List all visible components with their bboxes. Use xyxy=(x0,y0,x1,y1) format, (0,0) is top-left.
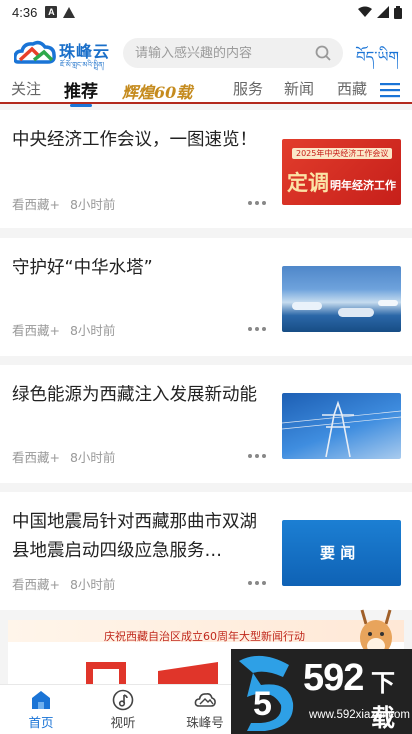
news-source: 看西藏+ xyxy=(12,450,60,465)
status-indicators xyxy=(358,5,402,19)
nav-zhufeng-account-label: 珠峰号 xyxy=(186,715,224,730)
tibetan-label: བོད་ཡིག xyxy=(356,48,399,66)
tab-tibet[interactable]: 西藏 xyxy=(337,78,367,99)
search-input[interactable] xyxy=(135,45,305,61)
news-thumbnail: 要 闻 xyxy=(282,520,401,586)
cloud-logo-icon xyxy=(14,40,56,64)
app-logo[interactable]: 珠峰云 ཇོ་མོ་གླང་མའི་སྤྲིན། xyxy=(14,36,114,70)
watermark: 5 592 下载 www.592xiazai.com xyxy=(231,649,412,734)
more-options-icon[interactable] xyxy=(248,201,266,207)
news-meta: 看西藏+ 8小时前 xyxy=(12,447,115,466)
news-time: 8小时前 xyxy=(69,323,116,338)
thumb-caption-main: 要 闻 xyxy=(320,544,356,562)
tab-news[interactable]: 新闻 xyxy=(284,78,314,99)
watermark-suffix: 下载 xyxy=(371,669,395,732)
cloud-icon xyxy=(194,693,216,707)
tab-60-years[interactable]: 辉煌60载 xyxy=(122,78,212,102)
more-options-icon[interactable] xyxy=(248,454,266,460)
more-options-icon[interactable] xyxy=(248,581,266,587)
news-time: 8小时前 xyxy=(69,577,116,592)
signal-icon xyxy=(377,6,389,18)
news-title: 中央经济工作会议，一图速览！ xyxy=(12,130,257,150)
news-meta: 看西藏+ 8小时前 xyxy=(12,574,115,593)
news-source: 看西藏+ xyxy=(12,323,60,338)
nav-zhufeng-account[interactable]: 珠峰号 xyxy=(175,685,235,734)
battery-icon xyxy=(394,5,402,19)
thumb-caption-main: 定调 xyxy=(287,170,329,195)
status-bar: 4:36 A xyxy=(0,0,412,24)
more-options-icon[interactable] xyxy=(248,327,266,333)
news-source: 看西藏+ xyxy=(12,197,60,212)
news-thumbnail: 2025年中央经济工作会议 定调 明年经济工作 xyxy=(282,139,401,205)
news-meta: 看西藏+ 8小时前 xyxy=(12,194,115,213)
news-card[interactable]: 中央经济工作会议，一图速览！ 看西藏+ 8小时前 2025年中央经济工作会议 定调… xyxy=(0,110,412,228)
news-thumbnail xyxy=(282,266,401,332)
nav-audiovisual-label: 视听 xyxy=(110,715,136,730)
nav-home-label: 首页 xyxy=(28,715,54,730)
logo-subtitle: ཇོ་མོ་གླང་མའི་སྤྲིན། xyxy=(60,61,105,69)
news-card[interactable]: 守护好“中华水塔” 看西藏+ 8小时前 xyxy=(0,238,412,356)
thumb-caption-sub: 明年经济工作 xyxy=(330,179,396,192)
news-title: 中国地震局针对西藏那曲市双湖县地震启动四级应急服务… xyxy=(12,512,257,561)
news-card[interactable]: 绿色能源为西藏注入发展新动能 看西藏+ 8小时前 xyxy=(0,365,412,483)
power-tower-icon xyxy=(282,400,401,458)
banner-text: 庆祝西藏自治区成立60周年大型新闻行动 xyxy=(104,630,305,643)
tab-60-years-label: 辉煌60载 xyxy=(122,83,193,102)
nav-audiovisual[interactable]: 视听 xyxy=(93,685,153,734)
status-time: 4:36 xyxy=(12,4,38,20)
search-bar[interactable] xyxy=(123,38,343,68)
news-time: 8小时前 xyxy=(69,450,116,465)
nav-home[interactable]: 首页 xyxy=(11,685,71,734)
news-meta: 看西藏+ 8小时前 xyxy=(12,320,115,339)
tab-follow[interactable]: 关注 xyxy=(11,78,41,99)
home-icon xyxy=(32,691,50,709)
warning-icon xyxy=(63,6,76,18)
wifi-icon xyxy=(358,6,372,17)
svg-text:5: 5 xyxy=(253,685,272,723)
app-header: 珠峰云 ཇོ་མོ་གླང་མའི་སྤྲིན། བོད་ཡིག xyxy=(0,24,412,76)
notification-a-icon: A xyxy=(45,6,58,18)
tab-service[interactable]: 服务 xyxy=(233,78,263,99)
watermark-url: www.592xiazai.com xyxy=(309,709,410,721)
search-icon[interactable] xyxy=(315,45,331,61)
news-source: 看西藏+ xyxy=(12,577,60,592)
news-thumbnail xyxy=(282,393,401,459)
news-card[interactable]: 中国地震局针对西藏那曲市双湖县地震启动四级应急服务… 看西藏+ 8小时前 要 闻 xyxy=(0,492,412,610)
news-title: 守护好“中华水塔” xyxy=(12,258,153,278)
tibetan-language-switch[interactable]: བོད་ཡིག xyxy=(356,41,400,66)
news-title: 绿色能源为西藏注入发展新动能 xyxy=(12,385,257,405)
tab-recommend[interactable]: 推荐 xyxy=(64,77,98,107)
news-time: 8小时前 xyxy=(69,197,116,212)
music-icon xyxy=(112,689,134,711)
watermark-number: 592 xyxy=(303,657,364,699)
thumb-caption-top: 2025年中央经济工作会议 xyxy=(292,148,393,159)
watermark-logo-icon: 5 xyxy=(239,655,294,731)
channel-menu-icon[interactable] xyxy=(380,82,400,98)
